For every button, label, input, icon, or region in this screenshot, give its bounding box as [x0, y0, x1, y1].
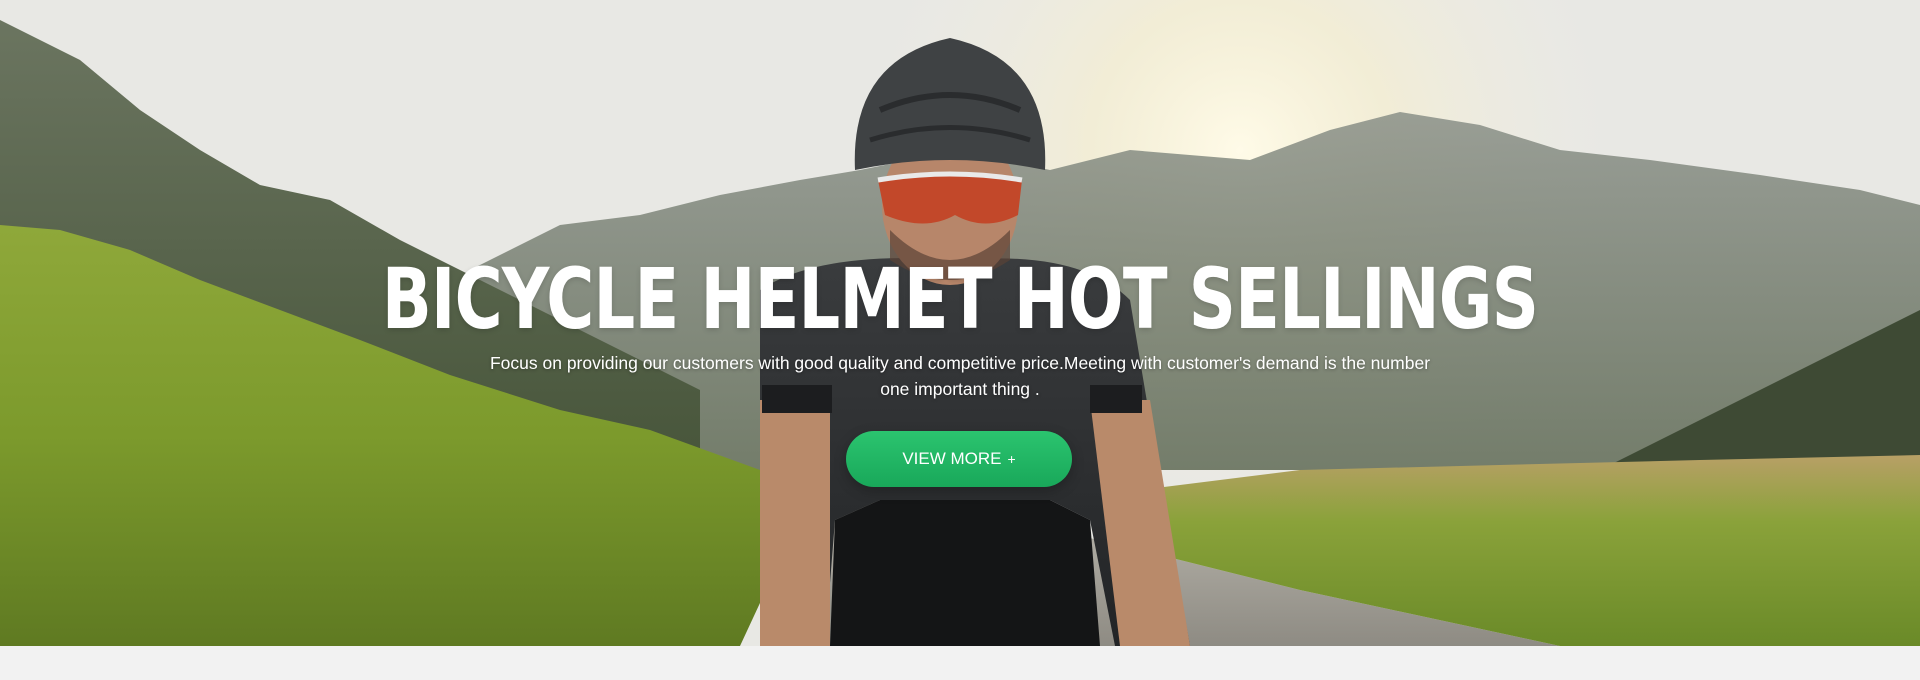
- view-more-label: VIEW MORE: [902, 449, 1002, 468]
- hero-banner: BICYCLE HELMET HOT SELLINGS Focus on pro…: [0, 0, 1920, 646]
- hero-description: Focus on providing our customers with go…: [489, 353, 1431, 399]
- plus-icon: +: [1007, 451, 1016, 467]
- page-divider-strip: [0, 646, 1920, 680]
- hero-headline: BICYCLE HELMET HOT SELLINGS: [381, 250, 1539, 348]
- view-more-button[interactable]: VIEW MORE +: [846, 431, 1072, 487]
